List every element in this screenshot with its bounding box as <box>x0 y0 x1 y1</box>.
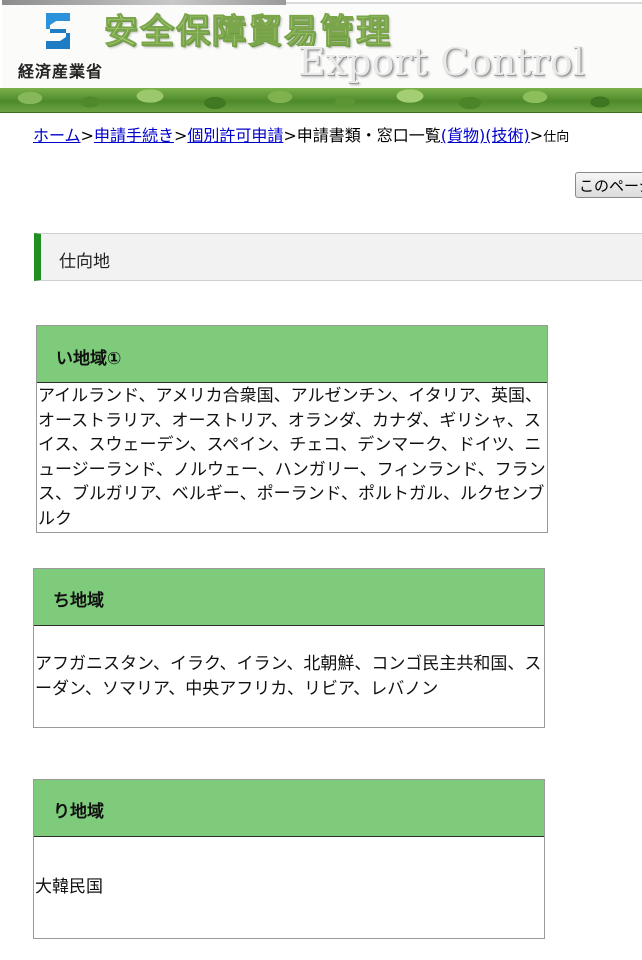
breadcrumb-procedures-link[interactable]: 申請手続き <box>94 126 174 145</box>
region-table-i: い地域① アイルランド、アメリカ合衆国、アルゼンチン、イタリア、英国、オーストラ… <box>36 325 548 533</box>
breadcrumb-individual-permit-link[interactable]: 個別許可申請 <box>187 126 283 145</box>
region-name: ち地域 <box>53 591 104 611</box>
region-table-chi: ち地域 アフガニスタン、イラク、イラン、北朝鮮、コンゴ民主共和国、スーダン、ソマ… <box>33 568 545 728</box>
leaf-decoration-band <box>0 88 642 113</box>
section-heading: 仕向地 <box>34 233 642 281</box>
meti-logo-icon[interactable] <box>40 11 76 51</box>
region-countries: アフガニスタン、イラク、イラン、北朝鮮、コンゴ民主共和国、スーダン、ソマリア、中… <box>35 654 542 699</box>
breadcrumb-documents-list: 申請書類・窓口一覧 <box>296 126 441 145</box>
region-countries: アイルランド、アメリカ合衆国、アルゼンチン、イタリア、英国、オーストラリア、オー… <box>38 386 546 529</box>
breadcrumb-separator: > <box>283 126 297 145</box>
breadcrumb-separator: > <box>80 126 94 145</box>
region-name: い地域① <box>56 349 122 369</box>
region-name: り地域 <box>53 802 104 822</box>
breadcrumb-separator: > <box>173 126 188 145</box>
region-table-ri: り地域 大韓民国 <box>33 779 545 939</box>
breadcrumb-goods-link[interactable]: (貨物) <box>441 126 486 145</box>
breadcrumb: ホーム>申請手続き>個別許可申請>申請書類・窓口一覧(貨物)(技術)>仕向 <box>33 124 642 150</box>
breadcrumb-current: 仕向 <box>543 130 570 145</box>
region-header: い地域① <box>37 326 547 383</box>
print-page-button[interactable]: このページを印刷 <box>575 172 642 198</box>
page: 経済産業省 安全保障貿易管理 Export Control ホーム>申請手続き>… <box>0 0 642 960</box>
region-header: り地域 <box>34 780 544 837</box>
site-subtitle: Export Control <box>298 40 585 84</box>
ministry-name[interactable]: 経済産業省 <box>18 58 103 82</box>
region-countries: 大韓民国 <box>35 877 103 897</box>
breadcrumb-technology-link[interactable]: (技術) <box>485 126 530 145</box>
section-title: 仕向地 <box>59 252 110 272</box>
site-header: 経済産業省 安全保障貿易管理 Export Control <box>0 0 642 113</box>
region-header: ち地域 <box>34 569 544 626</box>
breadcrumb-separator: > <box>529 126 544 145</box>
breadcrumb-home-link[interactable]: ホーム <box>33 126 81 145</box>
